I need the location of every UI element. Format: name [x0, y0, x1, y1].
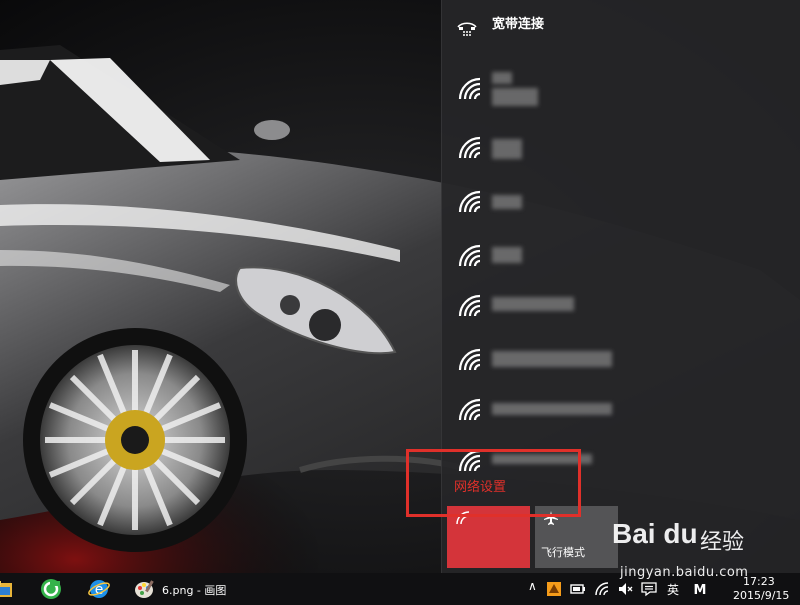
taskbar-window-label[interactable]: 6.png - 画图: [162, 582, 226, 598]
battery-icon[interactable]: [570, 581, 586, 597]
blurred-network-name: [492, 351, 612, 367]
svg-text:M: M: [694, 583, 707, 597]
blurred-network-name: [492, 247, 522, 263]
wifi-icon: [458, 190, 481, 213]
blurred-network-name: [492, 297, 574, 311]
highlight-box: [406, 449, 581, 517]
wifi-icon: [458, 244, 481, 267]
internet-explorer-icon[interactable]: e: [88, 578, 110, 600]
wifi-network-item[interactable]: [442, 335, 800, 383]
ime-m-icon[interactable]: M: [692, 581, 708, 597]
wifi-icon: [458, 348, 481, 371]
blurred-network-name: [492, 139, 522, 159]
wifi-icon: [458, 77, 481, 100]
chevron-up-icon[interactable]: ∧: [528, 579, 537, 593]
wifi-network-item[interactable]: [442, 385, 800, 433]
wifi-network-item[interactable]: [442, 123, 800, 171]
wifi-icon: [458, 294, 481, 317]
wifi-icon: [458, 136, 481, 159]
blurred-network-name: [492, 88, 538, 106]
broadband-label: 宽带连接: [492, 17, 545, 32]
airplane-mode-label: 飞行模式: [541, 546, 585, 559]
watermark-url: jingyan.baidu.com: [620, 565, 749, 580]
volume-mute-icon[interactable]: [617, 581, 633, 597]
blurred-network-name: [492, 195, 522, 209]
wifi-network-item[interactable]: [442, 281, 800, 329]
action-center-icon[interactable]: [641, 581, 657, 597]
baidu-logo-text: Bai du: [612, 518, 698, 549]
clock-date[interactable]: 2015/9/15: [733, 589, 789, 602]
blurred-network-name: [492, 403, 612, 415]
input-language-indicator[interactable]: 英: [667, 581, 679, 598]
blurred-network-name: [492, 72, 512, 84]
app-tray-icon[interactable]: [546, 581, 562, 597]
jingyan-text: 经验: [700, 530, 745, 555]
paint-icon[interactable]: [134, 578, 156, 600]
broadband-connection-item[interactable]: 宽带连接: [442, 2, 800, 50]
network-tray-icon[interactable]: [594, 581, 610, 597]
wifi-network-item[interactable]: [442, 177, 800, 225]
wifi-network-item[interactable]: [442, 231, 800, 279]
wifi-icon: [458, 398, 481, 421]
dialup-icon: [457, 22, 477, 36]
wifi-network-item[interactable]: [442, 64, 800, 112]
browser-360-icon[interactable]: [40, 578, 62, 600]
file-explorer-icon[interactable]: [0, 578, 14, 600]
